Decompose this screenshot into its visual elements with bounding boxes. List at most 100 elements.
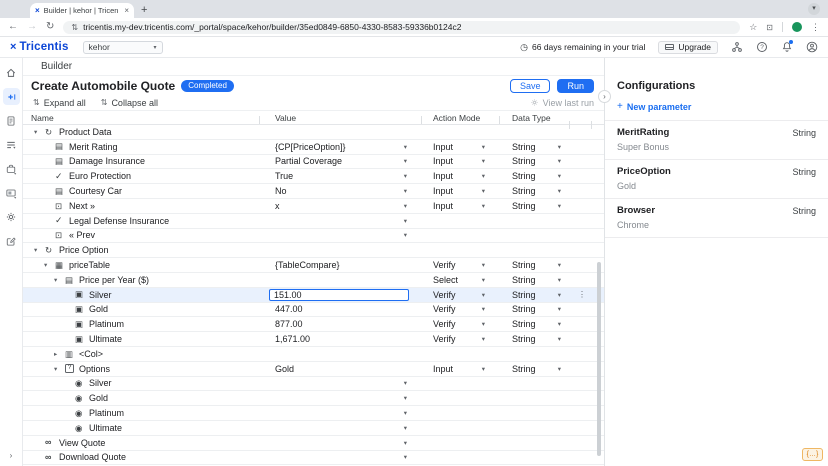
chevron-down-icon[interactable]: ▾ [44,261,55,269]
table-row[interactable]: ▾↻Product Data [23,125,604,140]
table-row[interactable]: ◉Platinum▾ [23,406,604,421]
sidebar-expand-icon[interactable]: › [0,451,22,460]
bookmark-star-icon[interactable]: ☆ [749,22,757,33]
api-braces-badge[interactable]: {…} [802,448,823,461]
action-mode-dropdown-icon[interactable]: ▾ [482,320,485,328]
tricentis-logo[interactable]: × Tricentis [10,41,69,53]
value-dropdown-icon[interactable]: ▾ [404,187,407,195]
org-icon[interactable] [731,41,743,53]
value-dropdown-icon[interactable]: ▾ [404,379,407,387]
collapse-all-button[interactable]: ⇅ Collapse all [101,98,158,108]
action-mode-dropdown-icon[interactable]: ▾ [482,305,485,313]
table-row[interactable]: ▸▥<Col> [23,347,604,362]
tab-search-caret-icon[interactable]: ▾ [808,3,820,15]
sidebar-item-home[interactable] [3,64,20,81]
data-type-dropdown-icon[interactable]: ▾ [558,261,561,269]
tab-close-icon[interactable]: × [124,6,129,15]
chevron-down-icon[interactable]: ▾ [54,365,65,373]
table-row[interactable]: ∞View Quote▾ [23,436,604,451]
run-button[interactable]: Run [557,79,594,93]
expand-all-button[interactable]: ⇅ Expand all [33,98,86,108]
action-mode-dropdown-icon[interactable]: ▾ [482,187,485,195]
data-type-dropdown-icon[interactable]: ▾ [558,157,561,165]
sidebar-item-list-menu[interactable] [3,136,20,153]
back-icon[interactable]: ← [8,22,18,32]
value-dropdown-icon[interactable]: ▾ [404,172,407,180]
value-dropdown-icon[interactable]: ▾ [404,157,407,165]
value-dropdown-icon[interactable]: ▾ [404,424,407,432]
value-dropdown-icon[interactable]: ▾ [404,394,407,402]
table-row[interactable]: ▤Merit Rating{CP[PriceOption]}▾Input▾Str… [23,140,604,155]
table-row[interactable]: ⊡« Prev▾ [23,229,604,244]
sidebar-item-builder-plus[interactable] [3,88,20,105]
chevron-down-icon[interactable]: ▾ [34,128,45,136]
table-row[interactable]: ▤Courtesy CarNo▾Input▾String▾ [23,184,604,199]
table-row[interactable]: ◉Silver▾ [23,377,604,392]
data-type-dropdown-icon[interactable]: ▾ [558,320,561,328]
browser-profile-avatar[interactable] [792,22,802,32]
data-type-dropdown-icon[interactable]: ▾ [558,276,561,284]
action-mode-dropdown-icon[interactable]: ▾ [482,261,485,269]
data-type-dropdown-icon[interactable]: ▾ [558,365,561,373]
action-mode-dropdown-icon[interactable]: ▾ [482,276,485,284]
value-dropdown-icon[interactable]: ▾ [404,453,407,461]
url-bar[interactable]: ⇅ tricentis.my-dev.tricentis.com/_portal… [63,21,740,34]
sidebar-item-gear[interactable] [3,208,20,225]
sidebar-item-document[interactable] [3,112,20,129]
value-dropdown-icon[interactable]: ▾ [404,439,407,447]
new-parameter-button[interactable]: + New parameter [605,101,828,112]
table-row[interactable]: ▾▦priceTable{TableCompare}Verify▾String▾ [23,258,604,273]
vertical-scrollbar[interactable] [597,262,601,456]
parameter-item[interactable]: MeritRatingStringSuper Bonus [605,121,828,160]
table-row[interactable]: ▾▤Price per Year ($)Select▾String▾ [23,273,604,288]
data-type-dropdown-icon[interactable]: ▾ [558,291,561,299]
table-row[interactable]: ✓Legal Defense Insurance▾ [23,214,604,229]
sidebar-item-toolbox[interactable] [3,160,20,177]
action-mode-dropdown-icon[interactable]: ▾ [482,335,485,343]
table-row[interactable]: ▣Ultimate1,671.00Verify▾String▾ [23,332,604,347]
data-type-dropdown-icon[interactable]: ▾ [558,335,561,343]
notifications-bell-icon[interactable] [781,41,793,53]
action-mode-dropdown-icon[interactable]: ▾ [482,157,485,165]
site-info-icon[interactable]: ⇅ [71,23,78,32]
action-mode-dropdown-icon[interactable]: ▾ [482,143,485,151]
action-mode-dropdown-icon[interactable]: ▾ [482,291,485,299]
view-last-run-button[interactable]: View last run [530,98,594,108]
action-mode-dropdown-icon[interactable]: ▾ [482,365,485,373]
table-row[interactable]: ✓Euro ProtectionTrue▾Input▾String▾ [23,169,604,184]
chevron-right-icon[interactable]: ▸ [54,350,65,358]
table-row[interactable]: ▣Platinum877.00Verify▾String▾ [23,317,604,332]
chevron-down-icon[interactable]: ▾ [54,276,65,284]
reload-icon[interactable]: ↻ [46,22,54,32]
data-type-dropdown-icon[interactable]: ▾ [558,202,561,210]
table-row[interactable]: ▣Gold447.00Verify▾String▾ [23,303,604,318]
table-row[interactable]: ▤Damage InsurancePartial Coverage▾Input▾… [23,155,604,170]
data-type-dropdown-icon[interactable]: ▾ [558,305,561,313]
help-icon[interactable]: ? [756,41,768,53]
value-dropdown-icon[interactable]: ▾ [404,202,407,210]
sidebar-item-card[interactable] [3,184,20,201]
value-input[interactable] [269,289,409,301]
action-mode-dropdown-icon[interactable]: ▾ [482,172,485,180]
data-type-dropdown-icon[interactable]: ▾ [558,143,561,151]
table-row[interactable]: ▾?OptionsGoldInput▾String▾ [23,362,604,377]
account-icon[interactable] [806,41,818,53]
data-type-dropdown-icon[interactable]: ▾ [558,187,561,195]
table-row[interactable]: ⊡Next »x▾Input▾String▾ [23,199,604,214]
table-row[interactable]: ▾↻Price Option [23,243,604,258]
chevron-down-icon[interactable]: ▾ [34,246,45,254]
save-button[interactable]: Save [510,79,551,93]
value-dropdown-icon[interactable]: ▾ [404,409,407,417]
value-dropdown-icon[interactable]: ▾ [404,217,407,225]
parameter-item[interactable]: PriceOptionStringGold [605,160,828,199]
parameter-item[interactable]: BrowserStringChrome [605,199,828,238]
workspace-selector[interactable]: kehor ▾ [83,41,163,54]
table-row[interactable]: ▣SilverVerify▾String▾⋮ [23,288,604,303]
forward-icon[interactable]: → [27,22,37,32]
row-menu-kebab-icon[interactable]: ⋮ [578,290,586,299]
panel-collapse-chevron-icon[interactable]: › [598,90,611,103]
data-type-dropdown-icon[interactable]: ▾ [558,172,561,180]
table-row[interactable]: ◉Gold▾ [23,391,604,406]
browser-tab[interactable]: × Builder | kehor | Tricentis Tos × [30,3,134,18]
extensions-icon[interactable]: ⊡ [766,23,773,32]
